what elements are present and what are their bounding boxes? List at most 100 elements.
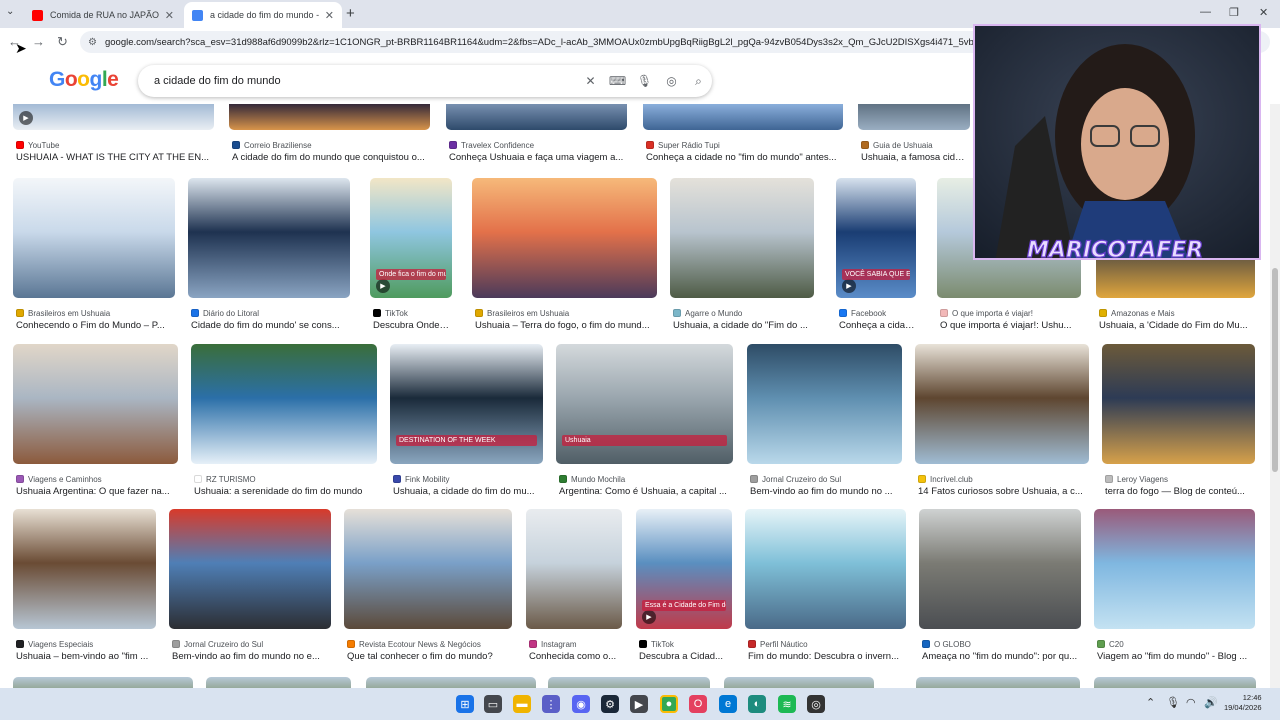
apps-icon[interactable]: ⋮ [542, 695, 560, 713]
result-thumbnail[interactable] [548, 677, 710, 688]
result-thumbnail[interactable] [919, 509, 1081, 629]
site-info-icon[interactable]: ⚙ [88, 37, 97, 48]
image-result-card[interactable]: Leroy Viagens terra do fogo — Blog de con… [1102, 344, 1255, 500]
result-source[interactable]: Guia de Ushuaia [861, 139, 967, 151]
result-caption[interactable]: Ameaça no "fim do mundo": por qu... [922, 651, 1080, 665]
result-source[interactable]: Mundo Mochila [559, 473, 730, 485]
result-thumbnail[interactable] [1102, 344, 1255, 464]
app-icon[interactable]: ◐ [748, 695, 766, 713]
result-thumbnail[interactable] [13, 178, 175, 298]
image-result-card[interactable] [366, 677, 536, 688]
keyboard-icon[interactable]: ⌨ [604, 74, 631, 88]
result-thumbnail[interactable] [344, 509, 512, 629]
result-caption[interactable]: Ushuaia, a 'Cidade do Fim do Mu... [1099, 320, 1254, 334]
result-thumbnail[interactable] [229, 104, 430, 130]
result-caption[interactable]: Que tal conhecer o fim do mundo? [347, 651, 511, 665]
image-result-card[interactable]: Instagram Conhecida como o... [526, 509, 622, 665]
result-thumbnail[interactable] [366, 677, 536, 688]
tray-chevron-icon[interactable]: ⌃ [1146, 696, 1155, 709]
forward-button[interactable]: → [32, 34, 45, 49]
image-result-card[interactable]: Correio Braziliense A cidade do fim do mu… [229, 104, 430, 166]
result-source[interactable]: Diário do Litoral [191, 307, 347, 319]
volume-icon[interactable]: 🔊 [1204, 696, 1218, 709]
image-result-card[interactable]: ▶VOCÊ SABIA QUE EXISTE UMA CIDADE NO FIM… [836, 178, 916, 334]
google-logo[interactable]: Google [49, 68, 119, 92]
search-box[interactable]: a cidade do fim do mundo ✕ ⌨ 🎙 ◎ ⌕ [138, 65, 712, 97]
minimize-icon[interactable]: — [1200, 6, 1211, 18]
result-caption[interactable]: A cidade do fim do mundo que conquistou … [232, 152, 429, 166]
result-source[interactable]: YouTube [16, 139, 211, 151]
result-thumbnail[interactable] [1094, 677, 1256, 688]
media-icon[interactable]: ▶ [630, 695, 648, 713]
result-thumbnail[interactable] [670, 178, 814, 298]
result-caption[interactable]: terra do fogo — Blog de conteú... [1105, 486, 1254, 500]
restore-icon[interactable]: ❐ [1229, 6, 1239, 19]
result-caption[interactable]: Viagem ao "fim do mundo" - Blog ... [1097, 651, 1254, 665]
result-thumbnail[interactable] [745, 509, 906, 629]
image-result-card[interactable]: Travelex Confidence Conheça Ushuaia e faç… [446, 104, 627, 166]
result-caption[interactable]: Ushuaia, a cidade do "Fim do ... [673, 320, 813, 334]
result-thumbnail[interactable]: ▶Onde fica o fim do mundo? [370, 178, 452, 298]
image-result-card[interactable]: Diário do Litoral Cidade do fim do mundo'… [188, 178, 350, 334]
result-thumbnail[interactable]: Ushuaia [556, 344, 733, 464]
reload-button[interactable]: ↻ [57, 34, 68, 50]
discord-icon[interactable]: ◉ [572, 695, 590, 713]
result-thumbnail[interactable] [643, 104, 843, 130]
edge-icon[interactable]: e [719, 695, 737, 713]
lens-icon[interactable]: ◎ [658, 74, 685, 88]
scrollbar-thumb[interactable] [1272, 268, 1278, 472]
close-tab-icon[interactable]: ✕ [165, 9, 174, 22]
image-result-card[interactable] [916, 677, 1080, 688]
tab-search-chevron-icon[interactable]: ⌄ [6, 6, 14, 17]
tab-google-search[interactable]: a cidade do fim do mundo - Pe ✕ [184, 2, 342, 28]
result-caption[interactable]: Ushuaia – bem-vindo ao "fim ... [16, 651, 155, 665]
search-icon[interactable]: ⌕ [685, 74, 712, 89]
result-caption[interactable]: O que importa é viajar!: Ushu... [940, 320, 1080, 334]
clock[interactable]: 12:46 19/04/2026 [1224, 693, 1262, 713]
result-caption[interactable]: Ushuaia Argentina: O que fazer na... [16, 486, 177, 500]
image-result-card[interactable] [13, 677, 193, 688]
result-thumbnail[interactable] [915, 344, 1089, 464]
result-source[interactable]: TikTok [373, 307, 449, 319]
result-source[interactable]: O que importa é viajar! [940, 307, 1078, 319]
microphone-icon[interactable]: 🎙 [631, 74, 658, 88]
result-source[interactable]: RZ TURISMO [194, 473, 374, 485]
result-caption[interactable]: Descubra Onde Fi... [373, 320, 451, 334]
result-thumbnail[interactable] [916, 677, 1080, 688]
result-source[interactable]: Amazonas e Mais [1099, 307, 1252, 319]
image-result-card[interactable]: Agarre o Mundo Ushuaia, a cidade do "Fim … [670, 178, 814, 334]
result-source[interactable]: Revista Ecotour News & Negócios [347, 638, 509, 650]
result-caption[interactable]: Conhecida como o... [529, 651, 621, 665]
result-caption[interactable]: Cidade do fim do mundo' se cons... [191, 320, 349, 334]
result-thumbnail[interactable] [446, 104, 627, 130]
result-caption[interactable]: Bem-vindo ao fim do mundo no e... [172, 651, 330, 665]
result-thumbnail[interactable] [13, 677, 193, 688]
result-thumbnail[interactable] [188, 178, 350, 298]
image-result-card[interactable]: Ushuaia Mundo Mochila Argentina: Como é Us… [556, 344, 733, 500]
image-result-card[interactable]: ▶Onde fica o fim do mundo? TikTok Descubra… [370, 178, 452, 334]
chrome-icon[interactable]: ● [660, 695, 678, 713]
result-source[interactable]: Super Rádio Tupi [646, 139, 840, 151]
obs-icon[interactable]: ◎ [807, 695, 825, 713]
wifi-icon[interactable]: ◠ [1186, 696, 1196, 709]
clear-icon[interactable]: ✕ [577, 74, 604, 88]
image-result-card[interactable] [206, 677, 351, 688]
result-source[interactable]: Incrível.club [918, 473, 1086, 485]
result-thumbnail[interactable] [858, 104, 970, 130]
result-source[interactable]: Viagens e Caminhos [16, 473, 175, 485]
result-source[interactable]: Brasileiros em Ushuaia [16, 307, 172, 319]
result-thumbnail[interactable]: ▶Essa é a Cidade do Fim do Mundo! [636, 509, 732, 629]
result-caption[interactable]: Descubra a Cidad... [639, 651, 731, 665]
tab-youtube[interactable]: Comida de RUA no JAPÃO!! De ✕ [24, 2, 182, 28]
result-source[interactable]: C20 [1097, 638, 1252, 650]
result-source[interactable]: Facebook [839, 307, 913, 319]
result-source[interactable]: Perfil Náutico [748, 638, 903, 650]
image-result-card[interactable] [724, 677, 874, 688]
scrollbar[interactable] [1270, 56, 1280, 688]
image-result-card[interactable]: ▶Essa é a Cidade do Fim do Mundo! TikTok D… [636, 509, 732, 665]
microphone-tray-icon[interactable]: 🎙 [1166, 696, 1180, 709]
result-source[interactable]: Jornal Cruzeiro do Sul [750, 473, 899, 485]
result-caption[interactable]: Conheça Ushuaia e faça uma viagem a... [449, 152, 626, 166]
result-caption[interactable]: Conheça a cidade no "fim do mundo" antes… [646, 152, 842, 166]
result-source[interactable]: Leroy Viagens [1105, 473, 1252, 485]
